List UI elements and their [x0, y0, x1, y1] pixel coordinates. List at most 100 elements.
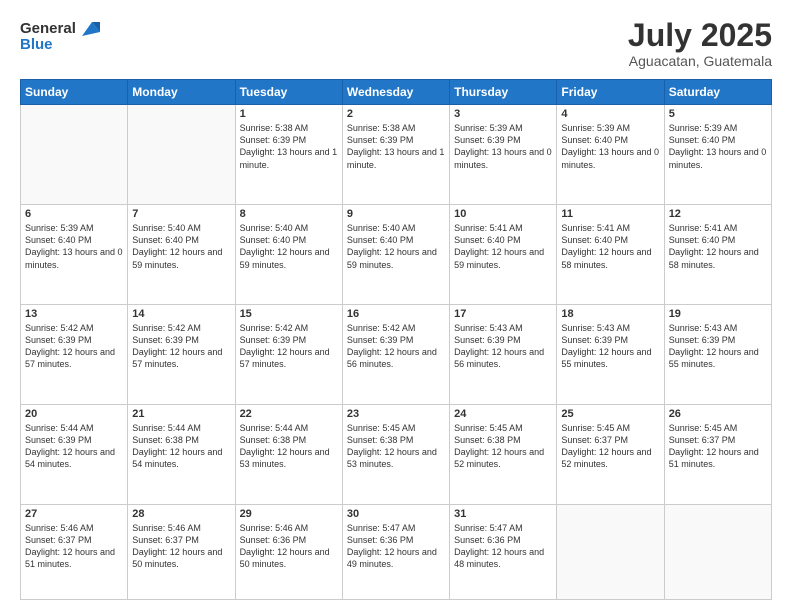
calendar-cell: 31 Sunrise: 5:47 AM Sunset: 6:36 PM Dayli… — [450, 504, 557, 599]
day-info: Sunrise: 5:39 AM Sunset: 6:39 PM Dayligh… — [454, 122, 552, 171]
calendar-cell: 20Sunrise: 5:44 AM Sunset: 6:39 PM Dayli… — [21, 405, 128, 505]
day-number: 6 — [25, 208, 123, 220]
calendar-week-row: 6 Sunrise: 5:39 AM Sunset: 6:40 PM Daylig… — [21, 205, 772, 305]
day-number: 25 — [561, 408, 659, 420]
day-info: Sunrise: 5:44 AM Sunset: 6:39 PM Dayligh… — [25, 422, 123, 471]
day-info: Sunrise: 5:38 AM Sunset: 6:39 PM Dayligh… — [240, 122, 338, 171]
calendar-cell: 1 Sunrise: 5:38 AM Sunset: 6:39 PM Daylig… — [235, 105, 342, 205]
calendar-day-header: Tuesday — [235, 80, 342, 105]
day-info: Sunrise: 5:43 AM Sunset: 6:39 PM Dayligh… — [669, 322, 767, 371]
calendar-cell: 22 Sunrise: 5:44 AM Sunset: 6:38 PM Dayli… — [235, 405, 342, 505]
day-number: 7 — [132, 208, 230, 220]
day-info: Sunrise: 5:44 AM Sunset: 6:38 PM Dayligh… — [240, 422, 338, 471]
day-info: Sunrise: 5:45 AM Sunset: 6:38 PM Dayligh… — [454, 422, 552, 471]
calendar-cell: 17 Sunrise: 5:43 AM Sunset: 6:39 PM Dayli… — [450, 305, 557, 405]
day-number: 23 — [347, 408, 445, 420]
day-info: Sunrise: 5:44 AM Sunset: 6:38 PM Dayligh… — [132, 422, 230, 471]
day-info: Sunrise: 5:39 AM Sunset: 6:40 PM Dayligh… — [561, 122, 659, 171]
main-title: July 2025 — [628, 18, 772, 53]
calendar-cell: 14 Sunrise: 5:42 AM Sunset: 6:39 PM Dayli… — [128, 305, 235, 405]
day-info: Sunrise: 5:38 AM Sunset: 6:39 PM Dayligh… — [347, 122, 445, 171]
calendar-cell: 5Sunrise: 5:39 AM Sunset: 6:40 PM Daylig… — [664, 105, 771, 205]
day-info: Sunrise: 5:45 AM Sunset: 6:37 PM Dayligh… — [561, 422, 659, 471]
day-info: Sunrise: 5:46 AM Sunset: 6:36 PM Dayligh… — [240, 522, 338, 571]
day-number: 22 — [240, 408, 338, 420]
day-number: 21 — [132, 408, 230, 420]
calendar-day-header: Wednesday — [342, 80, 449, 105]
calendar-week-row: 27 Sunrise: 5:46 AM Sunset: 6:37 PM Dayli… — [21, 504, 772, 599]
day-info: Sunrise: 5:42 AM Sunset: 6:39 PM Dayligh… — [132, 322, 230, 371]
day-number: 10 — [454, 208, 552, 220]
day-info: Sunrise: 5:43 AM Sunset: 6:39 PM Dayligh… — [561, 322, 659, 371]
day-info: Sunrise: 5:47 AM Sunset: 6:36 PM Dayligh… — [454, 522, 552, 571]
day-info: Sunrise: 5:40 AM Sunset: 6:40 PM Dayligh… — [240, 222, 338, 271]
calendar-cell: 7 Sunrise: 5:40 AM Sunset: 6:40 PM Daylig… — [128, 205, 235, 305]
day-info: Sunrise: 5:40 AM Sunset: 6:40 PM Dayligh… — [132, 222, 230, 271]
day-number: 12 — [669, 208, 767, 220]
day-number: 26 — [669, 408, 767, 420]
calendar-cell: 29Sunrise: 5:46 AM Sunset: 6:36 PM Dayli… — [235, 504, 342, 599]
day-number: 14 — [132, 308, 230, 320]
calendar-cell: 26Sunrise: 5:45 AM Sunset: 6:37 PM Dayli… — [664, 405, 771, 505]
day-info: Sunrise: 5:45 AM Sunset: 6:38 PM Dayligh… — [347, 422, 445, 471]
calendar-cell: 27 Sunrise: 5:46 AM Sunset: 6:37 PM Dayli… — [21, 504, 128, 599]
calendar-cell — [21, 105, 128, 205]
calendar-week-row: 20Sunrise: 5:44 AM Sunset: 6:39 PM Dayli… — [21, 405, 772, 505]
day-info: Sunrise: 5:42 AM Sunset: 6:39 PM Dayligh… — [25, 322, 123, 371]
day-info: Sunrise: 5:42 AM Sunset: 6:39 PM Dayligh… — [347, 322, 445, 371]
title-block: July 2025 Aguacatan, Guatemala — [628, 18, 772, 69]
day-info: Sunrise: 5:47 AM Sunset: 6:36 PM Dayligh… — [347, 522, 445, 571]
day-info: Sunrise: 5:41 AM Sunset: 6:40 PM Dayligh… — [561, 222, 659, 271]
calendar-table: SundayMondayTuesdayWednesdayThursdayFrid… — [20, 79, 772, 600]
day-info: Sunrise: 5:39 AM Sunset: 6:40 PM Dayligh… — [669, 122, 767, 171]
day-number: 28 — [132, 508, 230, 520]
day-info: Sunrise: 5:42 AM Sunset: 6:39 PM Dayligh… — [240, 322, 338, 371]
logo-icon — [78, 18, 100, 40]
calendar-cell: 11 Sunrise: 5:41 AM Sunset: 6:40 PM Dayli… — [557, 205, 664, 305]
day-number: 2 — [347, 108, 445, 120]
calendar-cell: 21 Sunrise: 5:44 AM Sunset: 6:38 PM Dayli… — [128, 405, 235, 505]
day-info: Sunrise: 5:46 AM Sunset: 6:37 PM Dayligh… — [25, 522, 123, 571]
day-number: 19 — [669, 308, 767, 320]
calendar-cell: 10 Sunrise: 5:41 AM Sunset: 6:40 PM Dayli… — [450, 205, 557, 305]
calendar-cell: 9 Sunrise: 5:40 AM Sunset: 6:40 PM Daylig… — [342, 205, 449, 305]
day-number: 18 — [561, 308, 659, 320]
calendar-cell: 3 Sunrise: 5:39 AM Sunset: 6:39 PM Daylig… — [450, 105, 557, 205]
calendar-day-header: Sunday — [21, 80, 128, 105]
day-number: 9 — [347, 208, 445, 220]
calendar-cell: 16 Sunrise: 5:42 AM Sunset: 6:39 PM Dayli… — [342, 305, 449, 405]
day-number: 8 — [240, 208, 338, 220]
day-number: 24 — [454, 408, 552, 420]
day-info: Sunrise: 5:40 AM Sunset: 6:40 PM Dayligh… — [347, 222, 445, 271]
calendar-day-header: Saturday — [664, 80, 771, 105]
day-number: 31 — [454, 508, 552, 520]
day-info: Sunrise: 5:41 AM Sunset: 6:40 PM Dayligh… — [454, 222, 552, 271]
day-number: 15 — [240, 308, 338, 320]
header: General Blue July 2025 Aguacatan, Guatem… — [20, 18, 772, 69]
page: General Blue July 2025 Aguacatan, Guatem… — [0, 0, 792, 612]
calendar-cell: 30Sunrise: 5:47 AM Sunset: 6:36 PM Dayli… — [342, 504, 449, 599]
calendar-cell: 6 Sunrise: 5:39 AM Sunset: 6:40 PM Daylig… — [21, 205, 128, 305]
day-number: 11 — [561, 208, 659, 220]
calendar-cell: 24 Sunrise: 5:45 AM Sunset: 6:38 PM Dayli… — [450, 405, 557, 505]
subtitle: Aguacatan, Guatemala — [628, 53, 772, 69]
calendar-cell: 4 Sunrise: 5:39 AM Sunset: 6:40 PM Daylig… — [557, 105, 664, 205]
day-number: 3 — [454, 108, 552, 120]
logo-blue-text: Blue — [20, 36, 53, 54]
calendar-header-row: SundayMondayTuesdayWednesdayThursdayFrid… — [21, 80, 772, 105]
day-number: 17 — [454, 308, 552, 320]
calendar-cell: 8 Sunrise: 5:40 AM Sunset: 6:40 PM Daylig… — [235, 205, 342, 305]
calendar-cell: 25 Sunrise: 5:45 AM Sunset: 6:37 PM Dayli… — [557, 405, 664, 505]
day-number: 16 — [347, 308, 445, 320]
calendar-week-row: 13Sunrise: 5:42 AM Sunset: 6:39 PM Dayli… — [21, 305, 772, 405]
calendar-cell: 18 Sunrise: 5:43 AM Sunset: 6:39 PM Dayli… — [557, 305, 664, 405]
logo: General Blue — [20, 18, 100, 54]
calendar-week-row: 1 Sunrise: 5:38 AM Sunset: 6:39 PM Daylig… — [21, 105, 772, 205]
calendar-cell — [664, 504, 771, 599]
day-number: 1 — [240, 108, 338, 120]
day-info: Sunrise: 5:43 AM Sunset: 6:39 PM Dayligh… — [454, 322, 552, 371]
day-number: 27 — [25, 508, 123, 520]
day-info: Sunrise: 5:39 AM Sunset: 6:40 PM Dayligh… — [25, 222, 123, 271]
calendar-cell — [557, 504, 664, 599]
day-number: 4 — [561, 108, 659, 120]
